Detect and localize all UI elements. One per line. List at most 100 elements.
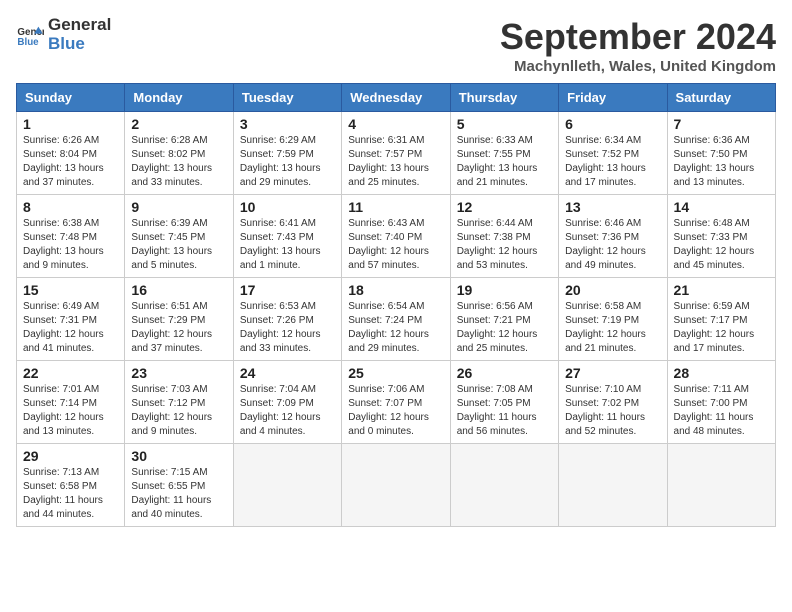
- day-info: Sunrise: 6:54 AM Sunset: 7:24 PM Dayligh…: [348, 300, 443, 356]
- day-info: Sunrise: 7:13 AM Sunset: 6:58 PM Dayligh…: [23, 466, 118, 522]
- calendar-cell: 3 Sunrise: 6:29 AM Sunset: 7:59 PM Daylig…: [233, 112, 341, 195]
- day-number: 5: [457, 116, 552, 132]
- day-info: Sunrise: 7:01 AM Sunset: 7:14 PM Dayligh…: [23, 383, 118, 439]
- calendar-cell: 24 Sunrise: 7:04 AM Sunset: 7:09 PM Dayli…: [233, 361, 341, 444]
- day-number: 13: [565, 199, 660, 215]
- week-row-5: 29 Sunrise: 7:13 AM Sunset: 6:58 PM Dayli…: [17, 444, 776, 527]
- day-info: Sunrise: 6:38 AM Sunset: 7:48 PM Dayligh…: [23, 217, 118, 273]
- week-row-1: 1Sunrise: 6:26 AM Sunset: 8:04 PM Daylig…: [17, 112, 776, 195]
- month-title: September 2024: [500, 16, 776, 58]
- day-number: 23: [131, 365, 226, 381]
- day-number: 26: [457, 365, 552, 381]
- calendar-cell: 11 Sunrise: 6:43 AM Sunset: 7:40 PM Dayli…: [342, 195, 450, 278]
- calendar-cell: 5Sunrise: 6:33 AM Sunset: 7:55 PM Daylig…: [450, 112, 558, 195]
- weekday-header-sunday: Sunday: [17, 84, 125, 112]
- day-info: Sunrise: 6:48 AM Sunset: 7:33 PM Dayligh…: [674, 217, 769, 273]
- day-number: 18: [348, 282, 443, 298]
- calendar-cell: 23 Sunrise: 7:03 AM Sunset: 7:12 PM Dayli…: [125, 361, 233, 444]
- week-row-3: 15 Sunrise: 6:49 AM Sunset: 7:31 PM Dayli…: [17, 278, 776, 361]
- calendar-cell: [233, 444, 341, 527]
- calendar-cell: [559, 444, 667, 527]
- day-info: Sunrise: 6:34 AM Sunset: 7:52 PM Dayligh…: [565, 134, 660, 190]
- calendar-cell: 21 Sunrise: 6:59 AM Sunset: 7:17 PM Dayli…: [667, 278, 775, 361]
- calendar-cell: 2Sunrise: 6:28 AM Sunset: 8:02 PM Daylig…: [125, 112, 233, 195]
- day-info: Sunrise: 6:59 AM Sunset: 7:17 PM Dayligh…: [674, 300, 769, 356]
- title-block: September 2024 Machynlleth, Wales, Unite…: [500, 16, 776, 75]
- week-row-2: 8 Sunrise: 6:38 AM Sunset: 7:48 PM Daylig…: [17, 195, 776, 278]
- calendar-cell: 29 Sunrise: 7:13 AM Sunset: 6:58 PM Dayli…: [17, 444, 125, 527]
- weekday-header-friday: Friday: [559, 84, 667, 112]
- day-number: 10: [240, 199, 335, 215]
- day-info: Sunrise: 6:44 AM Sunset: 7:38 PM Dayligh…: [457, 217, 552, 273]
- calendar-cell: 8 Sunrise: 6:38 AM Sunset: 7:48 PM Daylig…: [17, 195, 125, 278]
- calendar-cell: 4 Sunrise: 6:31 AM Sunset: 7:57 PM Daylig…: [342, 112, 450, 195]
- calendar-cell: 1Sunrise: 6:26 AM Sunset: 8:04 PM Daylig…: [17, 112, 125, 195]
- day-number: 14: [674, 199, 769, 215]
- day-info: Sunrise: 7:11 AM Sunset: 7:00 PM Dayligh…: [674, 383, 769, 439]
- day-number: 12: [457, 199, 552, 215]
- calendar-cell: 16Sunrise: 6:51 AM Sunset: 7:29 PM Dayli…: [125, 278, 233, 361]
- day-info: Sunrise: 6:26 AM Sunset: 8:04 PM Dayligh…: [23, 134, 118, 190]
- day-info: Sunrise: 6:41 AM Sunset: 7:43 PM Dayligh…: [240, 217, 335, 273]
- calendar-cell: 13 Sunrise: 6:46 AM Sunset: 7:36 PM Dayli…: [559, 195, 667, 278]
- calendar-cell: 27 Sunrise: 7:10 AM Sunset: 7:02 PM Dayli…: [559, 361, 667, 444]
- day-number: 17: [240, 282, 335, 298]
- day-info: Sunrise: 6:43 AM Sunset: 7:40 PM Dayligh…: [348, 217, 443, 273]
- day-number: 20: [565, 282, 660, 298]
- day-number: 24: [240, 365, 335, 381]
- day-info: Sunrise: 7:03 AM Sunset: 7:12 PM Dayligh…: [131, 383, 226, 439]
- logo-general: General: [48, 16, 111, 35]
- page-header: General Blue General Blue September 2024…: [16, 16, 776, 75]
- day-number: 6: [565, 116, 660, 132]
- logo-icon: General Blue: [16, 21, 44, 49]
- weekday-header-row: SundayMondayTuesdayWednesdayThursdayFrid…: [17, 84, 776, 112]
- day-number: 27: [565, 365, 660, 381]
- day-number: 22: [23, 365, 118, 381]
- day-number: 3: [240, 116, 335, 132]
- day-info: Sunrise: 6:56 AM Sunset: 7:21 PM Dayligh…: [457, 300, 552, 356]
- day-number: 28: [674, 365, 769, 381]
- calendar-cell: 26 Sunrise: 7:08 AM Sunset: 7:05 PM Dayli…: [450, 361, 558, 444]
- weekday-header-saturday: Saturday: [667, 84, 775, 112]
- day-number: 9: [131, 199, 226, 215]
- day-info: Sunrise: 7:08 AM Sunset: 7:05 PM Dayligh…: [457, 383, 552, 439]
- day-number: 11: [348, 199, 443, 215]
- day-info: Sunrise: 6:49 AM Sunset: 7:31 PM Dayligh…: [23, 300, 118, 356]
- day-number: 15: [23, 282, 118, 298]
- logo: General Blue General Blue: [16, 16, 111, 53]
- day-number: 29: [23, 448, 118, 464]
- calendar-cell: 19Sunrise: 6:56 AM Sunset: 7:21 PM Dayli…: [450, 278, 558, 361]
- calendar-table: SundayMondayTuesdayWednesdayThursdayFrid…: [16, 83, 776, 527]
- day-info: Sunrise: 6:31 AM Sunset: 7:57 PM Dayligh…: [348, 134, 443, 190]
- calendar-cell: 6 Sunrise: 6:34 AM Sunset: 7:52 PM Daylig…: [559, 112, 667, 195]
- calendar-cell: 25Sunrise: 7:06 AM Sunset: 7:07 PM Dayli…: [342, 361, 450, 444]
- day-number: 8: [23, 199, 118, 215]
- weekday-header-tuesday: Tuesday: [233, 84, 341, 112]
- day-info: Sunrise: 7:15 AM Sunset: 6:55 PM Dayligh…: [131, 466, 226, 522]
- calendar-cell: [450, 444, 558, 527]
- day-number: 16: [131, 282, 226, 298]
- day-info: Sunrise: 6:46 AM Sunset: 7:36 PM Dayligh…: [565, 217, 660, 273]
- calendar-cell: 15 Sunrise: 6:49 AM Sunset: 7:31 PM Dayli…: [17, 278, 125, 361]
- day-info: Sunrise: 7:10 AM Sunset: 7:02 PM Dayligh…: [565, 383, 660, 439]
- day-info: Sunrise: 6:29 AM Sunset: 7:59 PM Dayligh…: [240, 134, 335, 190]
- location: Machynlleth, Wales, United Kingdom: [500, 58, 776, 75]
- weekday-header-monday: Monday: [125, 84, 233, 112]
- day-info: Sunrise: 6:58 AM Sunset: 7:19 PM Dayligh…: [565, 300, 660, 356]
- day-info: Sunrise: 6:36 AM Sunset: 7:50 PM Dayligh…: [674, 134, 769, 190]
- calendar-cell: 30Sunrise: 7:15 AM Sunset: 6:55 PM Dayli…: [125, 444, 233, 527]
- calendar-cell: 28 Sunrise: 7:11 AM Sunset: 7:00 PM Dayli…: [667, 361, 775, 444]
- calendar-cell: 7 Sunrise: 6:36 AM Sunset: 7:50 PM Daylig…: [667, 112, 775, 195]
- day-info: Sunrise: 7:04 AM Sunset: 7:09 PM Dayligh…: [240, 383, 335, 439]
- day-info: Sunrise: 7:06 AM Sunset: 7:07 PM Dayligh…: [348, 383, 443, 439]
- day-number: 7: [674, 116, 769, 132]
- calendar-cell: 12 Sunrise: 6:44 AM Sunset: 7:38 PM Dayli…: [450, 195, 558, 278]
- day-number: 2: [131, 116, 226, 132]
- logo-blue: Blue: [48, 35, 111, 54]
- day-info: Sunrise: 6:53 AM Sunset: 7:26 PM Dayligh…: [240, 300, 335, 356]
- day-info: Sunrise: 6:39 AM Sunset: 7:45 PM Dayligh…: [131, 217, 226, 273]
- day-number: 21: [674, 282, 769, 298]
- day-number: 4: [348, 116, 443, 132]
- svg-text:Blue: Blue: [17, 36, 39, 47]
- calendar-cell: 18 Sunrise: 6:54 AM Sunset: 7:24 PM Dayli…: [342, 278, 450, 361]
